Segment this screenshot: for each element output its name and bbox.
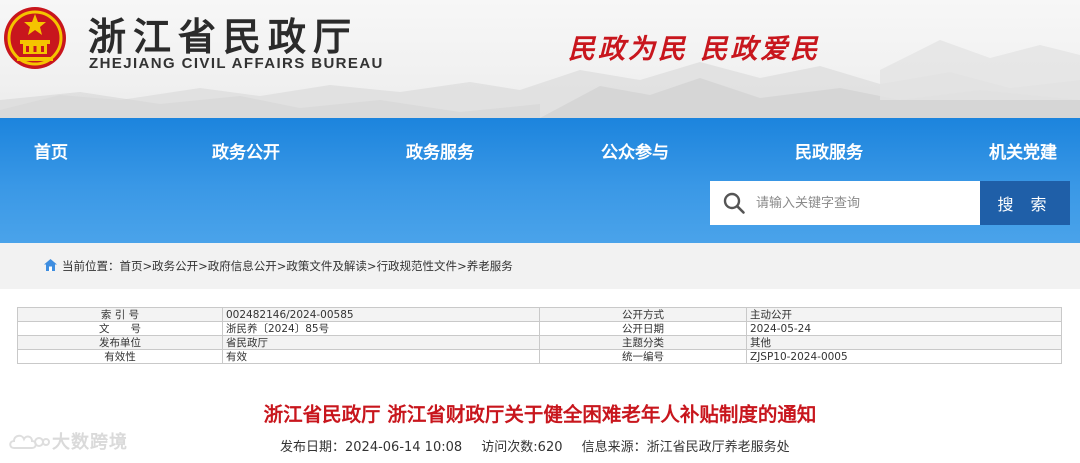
search-button[interactable]: 搜 索 xyxy=(980,181,1070,225)
info-label-unified-number: 统一编号 xyxy=(539,349,747,364)
document-info-table: 索 引 号 002482146/2024-00585 公开方式 主动公开 文 号… xyxy=(17,307,1062,364)
table-row: 索 引 号 002482146/2024-00585 公开方式 主动公开 xyxy=(17,307,1062,322)
info-label-index-number: 索 引 号 xyxy=(17,307,223,322)
nav-item-party-building[interactable]: 机关党建 xyxy=(989,138,1057,163)
info-value-disclosure-date: 2024-05-24 xyxy=(746,321,1062,336)
article-meta: 发布日期：2024-06-14 10:08 访问次数:620 信息来源：浙江省民… xyxy=(280,436,805,455)
breadcrumb-separator: > xyxy=(276,259,287,273)
info-label-validity: 有效性 xyxy=(17,349,223,364)
national-emblem-icon xyxy=(4,7,66,69)
search-input[interactable] xyxy=(756,181,976,225)
site-header: 浙江省民政厅 ZHEJIANG CIVIL AFFAIRS BUREAU 民政为… xyxy=(0,0,1080,118)
table-row: 发布单位 省民政厅 主题分类 其他 xyxy=(17,335,1062,350)
breadcrumb-normative-documents[interactable]: 行政规范性文件 xyxy=(377,259,458,273)
info-label-issuing-unit: 发布单位 xyxy=(17,335,223,350)
search-box xyxy=(710,181,980,225)
home-icon xyxy=(44,259,57,271)
info-label-topic-category: 主题分类 xyxy=(539,335,747,350)
site-title: 浙江省民政厅 xyxy=(88,14,359,59)
breadcrumb-home[interactable]: 首页 xyxy=(120,259,143,273)
slogan: 民政为民 民政爱民 xyxy=(568,34,821,65)
info-value-disclosure-method: 主动公开 xyxy=(746,307,1062,322)
visit-count: 访问次数:620 xyxy=(481,440,563,455)
breadcrumb-separator: > xyxy=(142,259,153,273)
info-value-issuing-unit: 省民政厅 xyxy=(222,335,540,350)
info-label-disclosure-date: 公开日期 xyxy=(539,321,747,336)
breadcrumb-policy-documents[interactable]: 政策文件及解读 xyxy=(286,259,367,273)
info-value-unified-number: ZJSP10-2024-0005 xyxy=(746,349,1062,364)
breadcrumb-prefix: 当前位置： xyxy=(62,259,120,273)
main-navigation: 首页 政务公开 政务服务 公众参与 民政服务 机关党建 搜 索 xyxy=(0,118,1080,243)
site-subtitle: ZHEJIANG CIVIL AFFAIRS BUREAU xyxy=(89,55,384,72)
table-row: 文 号 浙民养〔2024〕85号 公开日期 2024-05-24 xyxy=(17,321,1062,336)
watermark: 大数跨境 xyxy=(8,426,128,456)
table-row: 有效性 有效 统一编号 ZJSP10-2024-0005 xyxy=(17,349,1062,364)
nav-item-public-participation[interactable]: 公众参与 xyxy=(601,138,669,163)
breadcrumb-info-disclosure[interactable]: 政府信息公开 xyxy=(208,259,277,273)
publish-date: 发布日期：2024-06-14 10:08 xyxy=(280,440,463,455)
breadcrumb-government-affairs[interactable]: 政务公开 xyxy=(152,259,198,273)
info-label-disclosure-method: 公开方式 xyxy=(539,307,747,322)
info-label-document-number: 文 号 xyxy=(17,321,223,336)
cloud-logo-icon xyxy=(9,434,50,449)
nav-item-government-services[interactable]: 政务服务 xyxy=(406,138,474,163)
breadcrumb-elderly-services[interactable]: 养老服务 xyxy=(467,259,513,273)
info-value-index-number: 002482146/2024-00585 xyxy=(222,307,540,322)
nav-item-home[interactable]: 首页 xyxy=(34,138,68,163)
info-source: 信息来源：浙江省民政厅养老服务处 xyxy=(581,440,790,455)
breadcrumb-bar: 当前位置：首页>政务公开>政府信息公开>政策文件及解读>行政规范性文件>养老服务 xyxy=(0,243,1080,289)
breadcrumb: 当前位置：首页>政务公开>政府信息公开>政策文件及解读>行政规范性文件>养老服务 xyxy=(62,258,513,274)
info-value-document-number: 浙民养〔2024〕85号 xyxy=(222,321,540,336)
breadcrumb-separator: > xyxy=(366,259,377,273)
nav-item-civil-services[interactable]: 民政服务 xyxy=(795,138,863,163)
search-icon xyxy=(723,192,745,214)
watermark-text: 大数跨境 xyxy=(52,432,128,453)
breadcrumb-separator: > xyxy=(457,259,467,273)
nav-item-government-affairs[interactable]: 政务公开 xyxy=(212,138,280,163)
article-title: 浙江省民政厅 浙江省财政厅关于健全困难老年人补贴制度的通知 xyxy=(263,403,817,426)
info-value-validity: 有效 xyxy=(222,349,540,364)
info-value-topic-category: 其他 xyxy=(746,335,1062,350)
breadcrumb-separator: > xyxy=(198,259,208,273)
